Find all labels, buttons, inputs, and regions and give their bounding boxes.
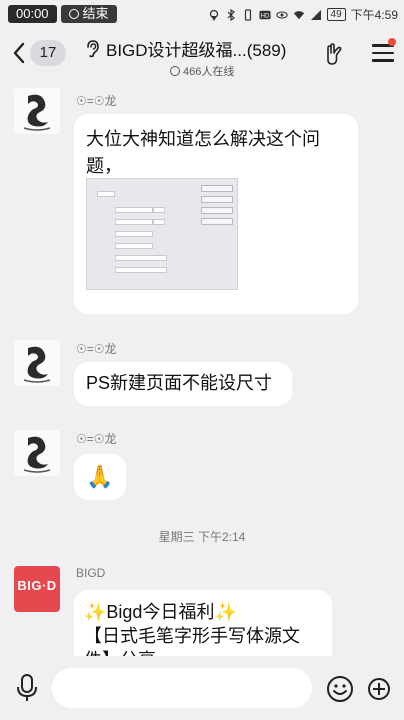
emoji-icon[interactable] (326, 675, 354, 703)
end-call-label: 结束 (82, 6, 109, 21)
vibrate-icon (244, 8, 251, 21)
hand-gesture-icon[interactable] (322, 42, 346, 66)
eye-icon (275, 10, 288, 19)
chevron-left-icon (13, 42, 25, 64)
sender-name: BIGD (76, 566, 106, 580)
sender-name: ☉=☉龙 (76, 432, 117, 446)
status-bar: 00:00 结束 HD 49 下午4:59 (0, 0, 404, 28)
unread-count-badge: 17 (30, 40, 66, 66)
svg-text:HD: HD (260, 13, 269, 19)
online-status: 466人在线 (170, 63, 314, 79)
clock: 下午4:59 (350, 8, 398, 22)
avatar[interactable] (14, 340, 60, 386)
message-input[interactable] (52, 668, 312, 708)
end-call-icon (68, 9, 79, 19)
message-text: 大位大神知道怎么解决这个问 题， (86, 126, 320, 180)
screenshot-image[interactable] (86, 178, 238, 290)
battery-indicator: 49 (326, 8, 346, 21)
location-icon (209, 9, 218, 21)
plus-icon[interactable] (368, 675, 390, 703)
dragon-avatar-image (14, 88, 60, 134)
microphone-icon[interactable] (14, 673, 40, 703)
end-call-button[interactable]: 结束 (60, 5, 117, 23)
message-text: PS新建页面不能设尺寸 (86, 373, 273, 393)
avatar[interactable] (14, 430, 60, 476)
sender-name: ☉=☉龙 (76, 94, 117, 108)
call-timer[interactable]: 00:00 (8, 5, 57, 23)
message-line: 题， (86, 156, 122, 176)
signal-icon (310, 9, 321, 20)
back-button[interactable]: 17 (12, 40, 66, 66)
wifi-icon (293, 10, 304, 19)
chat-title: BIGD设计超级福...(589) (106, 41, 287, 60)
message-bubble[interactable]: 🙏 (74, 454, 126, 500)
ear-icon (87, 39, 99, 57)
message-line: ✨Bigd今日福利✨ (84, 602, 237, 622)
dragon-avatar-image (14, 340, 60, 386)
chat-header: 17 BIGD设计超级福...(589) 466人在线 (0, 28, 404, 80)
avatar[interactable] (14, 88, 60, 134)
bluetooth-icon (227, 8, 235, 21)
online-icon (170, 66, 180, 76)
message-bubble[interactable]: PS新建页面不能设尺寸 (74, 362, 292, 406)
bigd-logo-text: BIG·D (17, 578, 57, 593)
online-count: 466人在线 (183, 66, 235, 78)
input-bar (0, 656, 404, 720)
hd-icon: HD (258, 10, 271, 19)
bigd-avatar[interactable]: BIG·D (14, 566, 60, 612)
notification-dot (388, 38, 396, 46)
menu-button[interactable] (372, 38, 396, 64)
message-line: 【日式毛笔字形手写体源文 (84, 626, 300, 646)
message-line: 大位大神知道怎么解决这个问 (86, 129, 320, 149)
praying-hands-icon: 🙏 (86, 464, 114, 489)
message-bubble[interactable]: 大位大神知道怎么解决这个问 题， (74, 114, 358, 314)
message-timestamp: 星期三 下午2:14 (158, 530, 246, 544)
sender-name: ☉=☉龙 (76, 342, 117, 356)
dragon-avatar-image (14, 430, 60, 476)
chat-title-area[interactable]: BIGD设计超级福...(589) 466人在线 (84, 36, 314, 79)
